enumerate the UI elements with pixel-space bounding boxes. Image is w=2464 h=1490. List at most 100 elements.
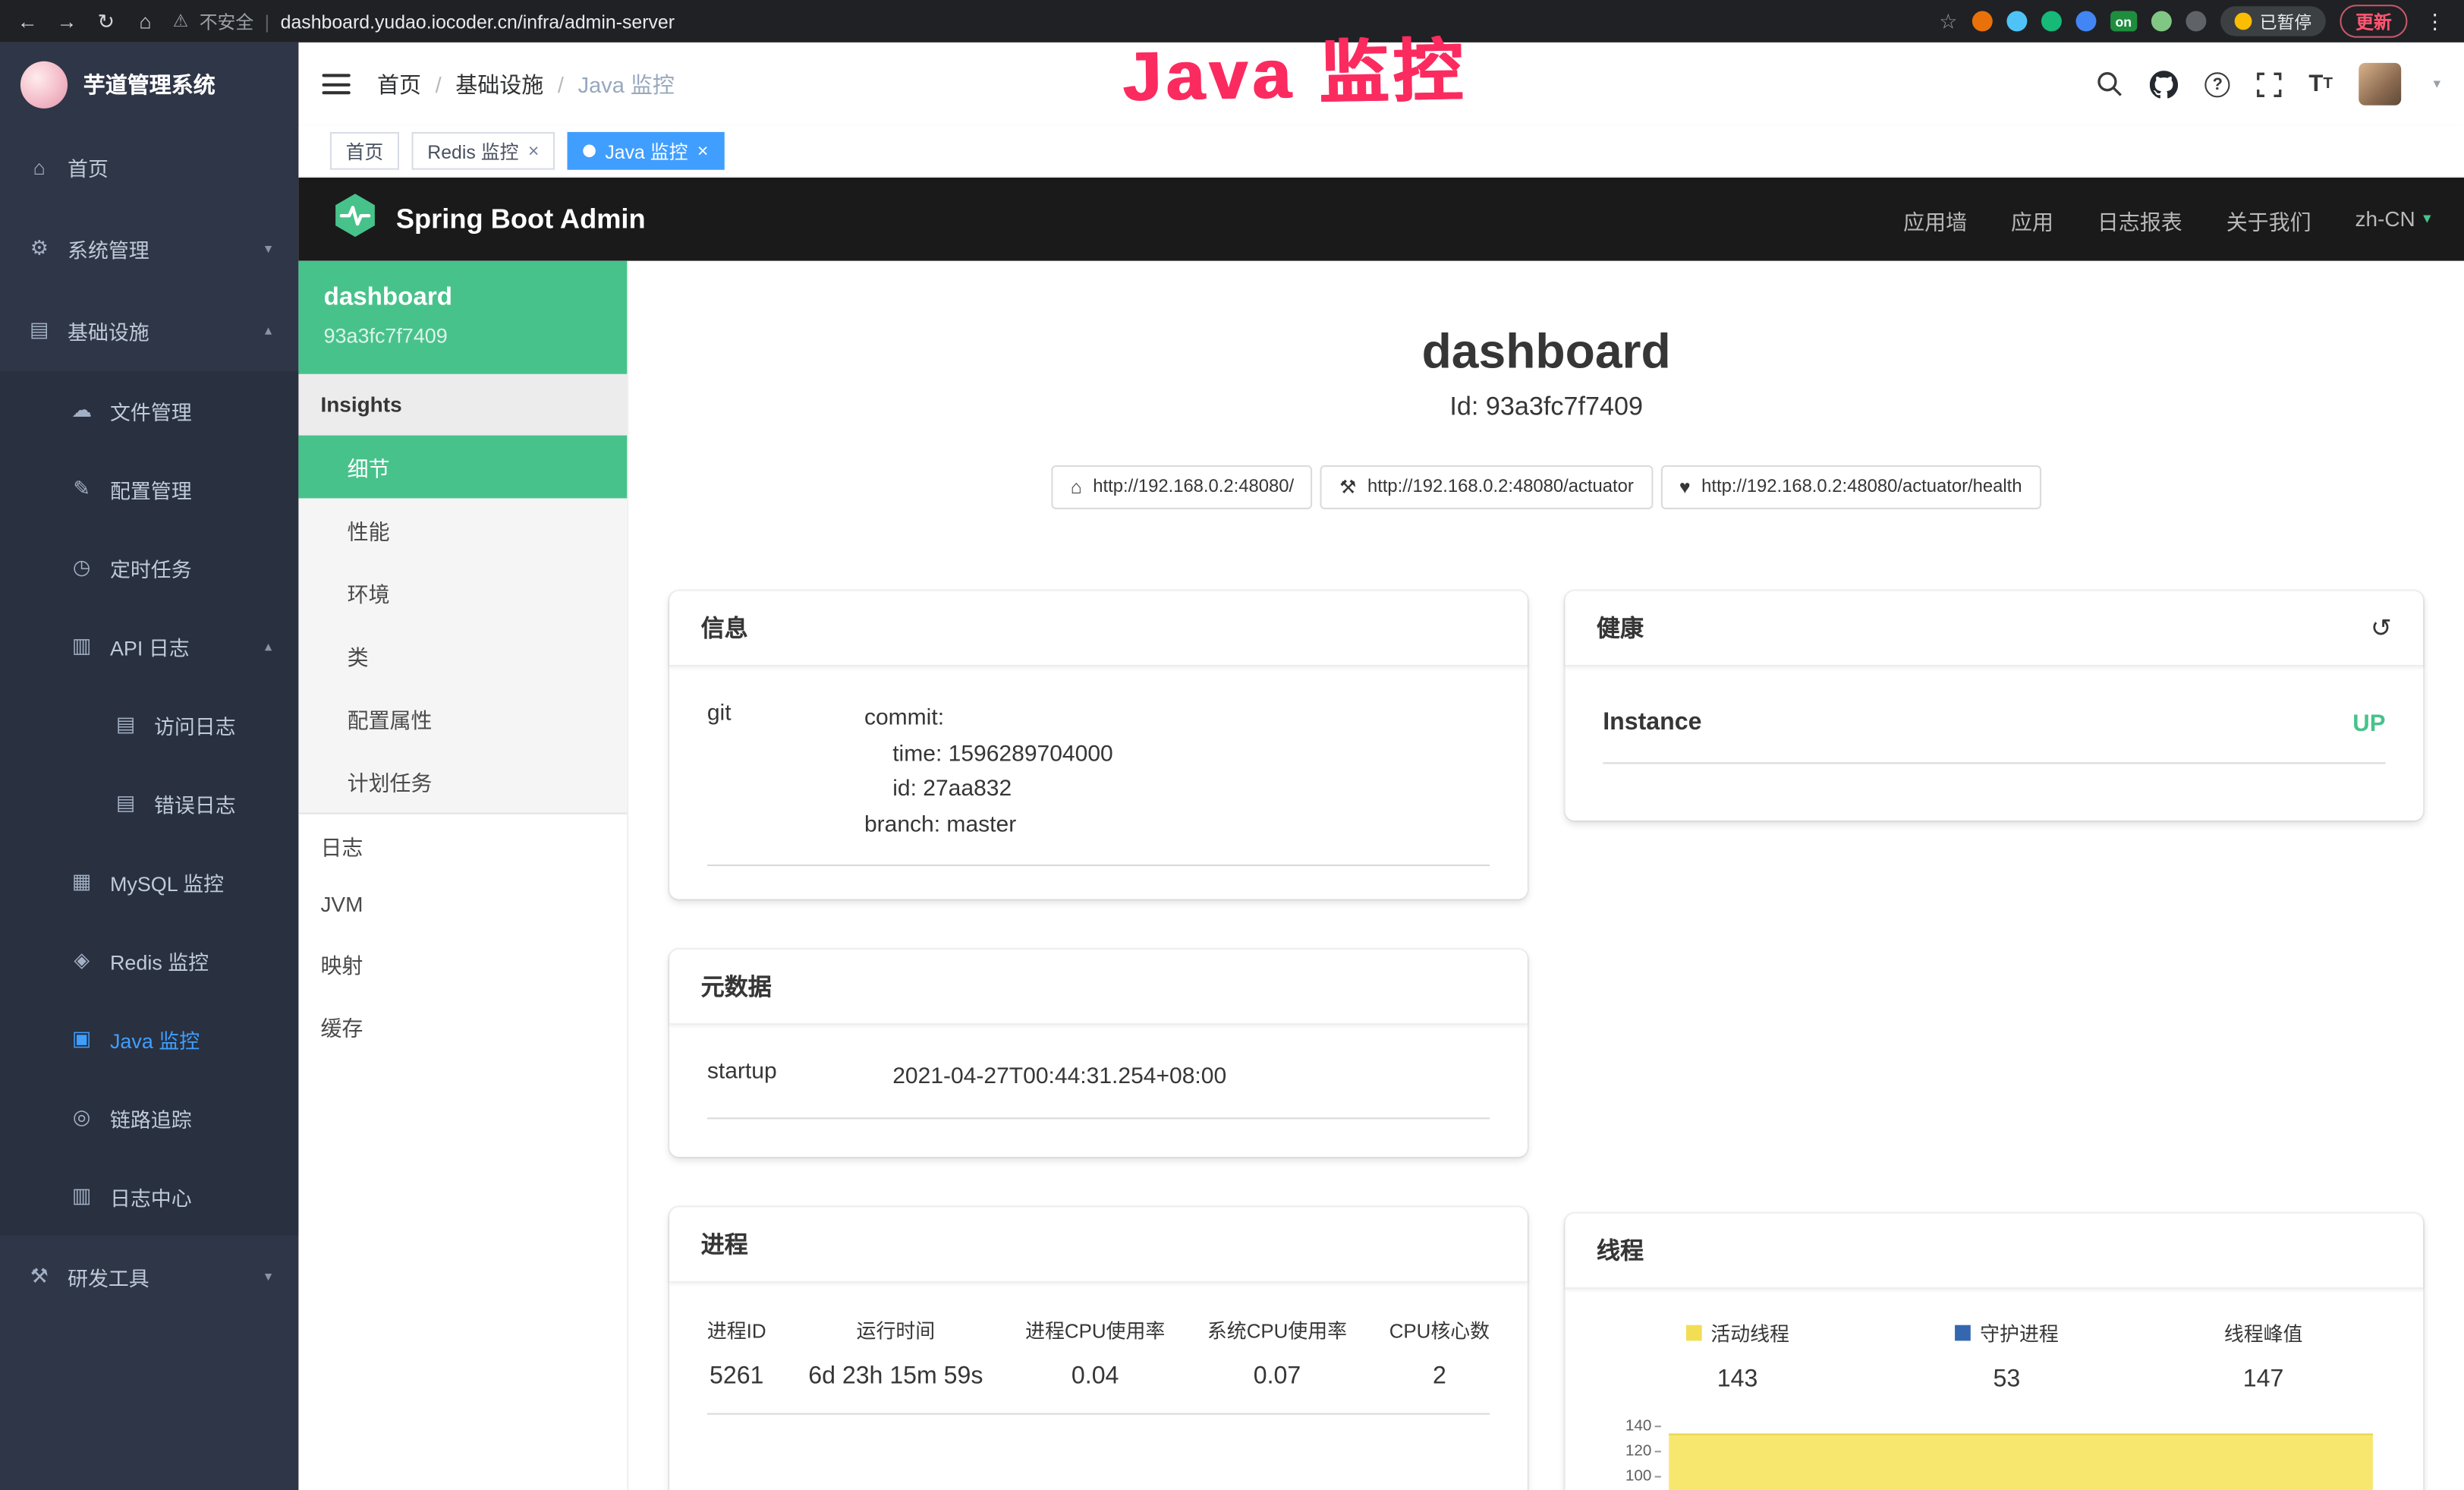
sba-language-select[interactable]: zh-CN ▾ xyxy=(2355,207,2431,231)
extension-icon[interactable] xyxy=(2041,11,2061,31)
sba-menu-jvm[interactable]: JVM xyxy=(298,877,627,932)
column-value: 0.07 xyxy=(1207,1363,1347,1391)
process-card: 进程 进程ID 5261 运行时间 6d 23h 15m 59 xyxy=(669,1208,1528,1490)
close-icon[interactable]: × xyxy=(528,140,540,162)
browser-home-icon[interactable]: ⌂ xyxy=(134,9,157,33)
sba-nav-about[interactable]: 关于我们 xyxy=(2226,203,2311,235)
sidebar-item-label: 日志中心 xyxy=(110,1181,192,1211)
tag-home[interactable]: 首页 xyxy=(330,132,399,170)
doc-icon: ▤ xyxy=(113,712,138,737)
link-actuator-url[interactable]: ⚒ http://192.168.0.2:48080/actuator xyxy=(1320,465,1652,509)
address-bar[interactable]: ⚠ 不安全 | dashboard.yudao.iocoder.cn/infra… xyxy=(173,8,675,33)
sba-menu-logs[interactable]: 日志 xyxy=(298,814,627,877)
sidebar-item-log-center[interactable]: ▥ 日志中心 xyxy=(0,1157,298,1236)
sidebar-item-file-manage[interactable]: ☁ 文件管理 xyxy=(0,371,298,450)
column-header: 进程CPU使用率 xyxy=(1025,1314,1165,1344)
security-label: 不安全 xyxy=(200,8,253,33)
close-icon[interactable]: × xyxy=(697,140,709,162)
sidebar-item-label: 首页 xyxy=(68,152,109,181)
tag-java-monitor[interactable]: Java 监控 × xyxy=(568,132,724,170)
sba-menu-environment[interactable]: 环境 xyxy=(298,561,627,624)
browser-menu-icon[interactable]: ⋮ xyxy=(2422,8,2448,33)
breadcrumb-infra[interactable]: 基础设施 xyxy=(455,68,543,99)
monitor-icon: ▣ xyxy=(69,1026,94,1051)
font-size-icon[interactable]: TT xyxy=(2308,71,2333,97)
help-icon[interactable]: ? xyxy=(2205,71,2230,96)
smiley-icon xyxy=(2235,13,2252,30)
sba-nav-journal[interactable]: 日志报表 xyxy=(2097,203,2182,235)
app-sidebar: 芋道管理系统 ⌂ 首页 ⚙ 系统管理 ▾ ▤ 基础设施 ▴ ☁ 文件管理 ✎ 配… xyxy=(0,43,298,1490)
sidebar-item-home[interactable]: ⌂ 首页 xyxy=(0,126,298,208)
sba-instance-name: dashboard xyxy=(324,285,603,313)
extension-icon[interactable] xyxy=(2151,11,2172,31)
sidebar-item-config-manage[interactable]: ✎ 配置管理 xyxy=(0,449,298,528)
history-icon[interactable]: ↺ xyxy=(2371,613,2392,644)
github-icon[interactable] xyxy=(2150,70,2178,98)
chrome-update-button[interactable]: 更新 xyxy=(2340,5,2407,37)
card-title: 健康 xyxy=(1597,612,1644,644)
health-instance-row: Instance UP xyxy=(1603,688,2385,764)
extension-icon[interactable] xyxy=(2006,11,2027,31)
column-value: 2 xyxy=(1389,1363,1490,1391)
git-branch-line: branch: master xyxy=(864,807,1490,843)
sidebar-item-redis-monitor[interactable]: ◈ Redis 监控 xyxy=(0,921,298,1000)
extensions-puzzle-icon[interactable] xyxy=(2186,11,2206,31)
sba-insights-list: 细节 性能 环境 类 配置属性 计划任务 xyxy=(298,436,627,814)
sba-menu-scheduled-tasks[interactable]: 计划任务 xyxy=(298,750,627,813)
sidebar-item-label: 配置管理 xyxy=(110,474,192,503)
legend-value: 147 xyxy=(2224,1366,2303,1394)
sba-menu-performance[interactable]: 性能 xyxy=(298,498,627,561)
sba-brand[interactable]: Spring Boot Admin xyxy=(396,203,646,235)
search-icon[interactable] xyxy=(2097,71,2123,97)
sidebar-item-access-log[interactable]: ▤ 访问日志 xyxy=(0,685,298,764)
sba-nav-wallboard[interactable]: 应用墙 xyxy=(1903,203,1967,235)
legend-peak-threads: 线程峰值 147 xyxy=(2224,1318,2303,1394)
sidebar-item-scheduled-jobs[interactable]: ◷ 定时任务 xyxy=(0,528,298,607)
card-title: 信息 xyxy=(669,591,1528,666)
threads-chart: 140 120 100 xyxy=(1603,1419,2385,1490)
sba-menu-caches[interactable]: 缓存 xyxy=(298,995,627,1058)
forward-icon[interactable]: → xyxy=(55,9,78,33)
refresh-icon[interactable]: ↻ xyxy=(94,8,118,33)
instance-id-line: Id: 93a3fc7f7409 xyxy=(628,393,2464,423)
legend-value: 53 xyxy=(1955,1366,2059,1394)
avatar[interactable] xyxy=(2359,63,2402,106)
sba-menu-details[interactable]: 细节 xyxy=(298,436,627,499)
sidebar-item-api-log[interactable]: ▥ API 日志 ▴ xyxy=(0,606,298,685)
extension-icon[interactable] xyxy=(2075,11,2096,31)
breadcrumb-home[interactable]: 首页 xyxy=(377,68,421,99)
fullscreen-icon[interactable] xyxy=(2257,71,2282,96)
sba-instance-header[interactable]: dashboard 93a3fc7f7409 xyxy=(298,261,627,374)
chevron-down-icon: ▾ xyxy=(265,240,272,257)
extension-icon[interactable] xyxy=(1972,11,1992,31)
paused-badge[interactable]: 已暂停 xyxy=(2220,6,2326,36)
link-health-url[interactable]: ♥ http://192.168.0.2:48080/actuator/heal… xyxy=(1660,465,2041,509)
sba-menu-mappings[interactable]: 映射 xyxy=(298,932,627,995)
sidebar-item-infra[interactable]: ▤ 基础设施 ▴ xyxy=(0,289,298,371)
card-title: 元数据 xyxy=(669,950,1528,1025)
tag-redis-monitor[interactable]: Redis 监控 × xyxy=(412,132,555,170)
sba-menu-classes[interactable]: 类 xyxy=(298,624,627,687)
sba-menu-config-props[interactable]: 配置属性 xyxy=(298,687,627,750)
sidebar-item-error-log[interactable]: ▤ 错误日志 xyxy=(0,764,298,843)
bookmark-star-icon[interactable]: ☆ xyxy=(1939,8,1957,33)
extension-on-badge[interactable]: on xyxy=(2110,11,2137,31)
process-col-uptime: 运行时间 6d 23h 15m 59s xyxy=(808,1314,983,1391)
process-col-system-cpu: 系统CPU使用率 0.07 xyxy=(1207,1314,1347,1391)
sba-nav-applications[interactable]: 应用 xyxy=(2011,203,2053,235)
link-root-url[interactable]: ⌂ http://192.168.0.2:48080/ xyxy=(1052,465,1313,509)
heart-icon: ♥ xyxy=(1679,477,1691,499)
hamburger-icon[interactable] xyxy=(323,71,351,97)
sidebar-item-java-monitor[interactable]: ▣ Java 监控 xyxy=(0,1000,298,1079)
app-logo-row[interactable]: 芋道管理系统 xyxy=(0,43,298,126)
sidebar-item-mysql-monitor[interactable]: ▦ MySQL 监控 xyxy=(0,843,298,921)
sidebar-item-dev-tools[interactable]: ⚒ 研发工具 ▾ xyxy=(0,1236,298,1318)
avatar-caret-icon[interactable]: ▾ xyxy=(2434,75,2440,93)
sidebar-item-tracing[interactable]: ◎ 链路追踪 xyxy=(0,1079,298,1158)
instance-label: Instance xyxy=(1603,709,1701,737)
git-commit-line: commit: xyxy=(864,701,1490,737)
sba-nav: 应用墙 应用 日志报表 关于我们 zh-CN ▾ xyxy=(1903,203,2431,235)
back-icon[interactable]: ← xyxy=(16,9,39,33)
info-card: 信息 git commit: time: 1596289704000 id: 2… xyxy=(669,591,1528,899)
sidebar-item-system[interactable]: ⚙ 系统管理 ▾ xyxy=(0,207,298,289)
